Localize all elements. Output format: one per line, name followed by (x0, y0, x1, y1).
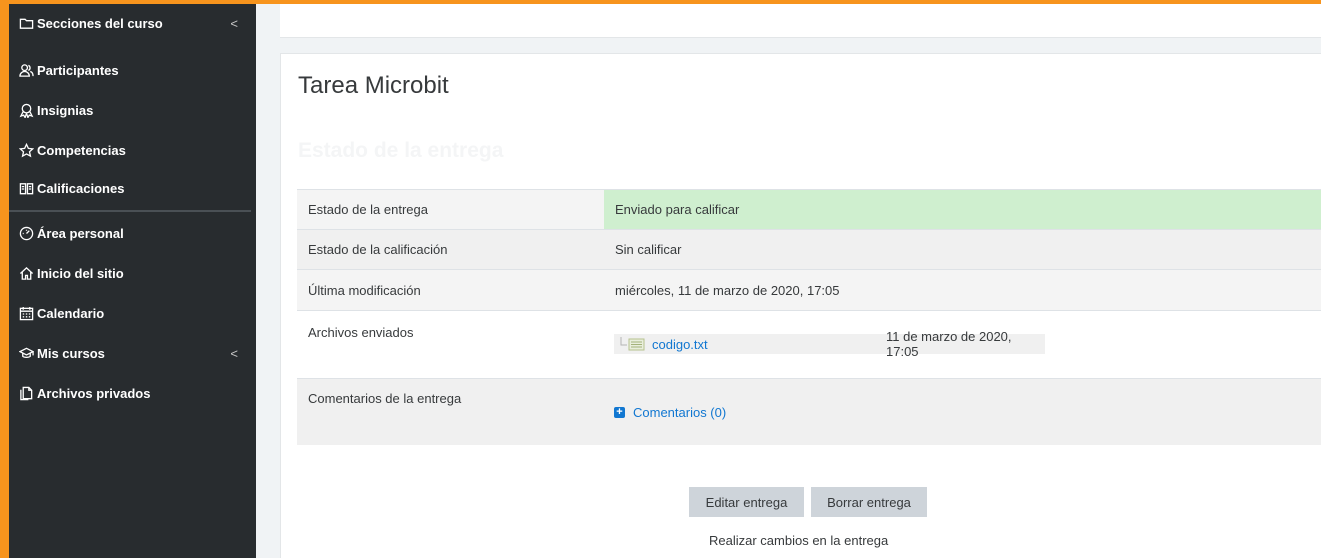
comments-link[interactable]: Comentarios (0) (633, 405, 726, 420)
sidebar-item-label: Participantes (37, 62, 119, 78)
files-icon (18, 385, 35, 402)
sidebar-item-label: Competencias (37, 142, 126, 158)
sidebar-item-label: Inicio del sitio (37, 265, 124, 281)
users-icon (18, 62, 35, 79)
file-entry: codigo.txt 11 de marzo de 2020, 17:05 (614, 329, 1045, 359)
window-frame-left (0, 0, 9, 558)
page-title: Tarea Microbit (298, 72, 449, 99)
graduation-cap-icon (18, 345, 35, 362)
sidebar-item-label: Archivos privados (37, 385, 151, 401)
submitted-file-link[interactable]: codigo.txt (652, 337, 708, 352)
delete-submission-button[interactable]: Borrar entrega (811, 487, 927, 517)
edit-helper-text: Realizar cambios en la entrega (709, 533, 889, 548)
sidebar-item-badges[interactable]: Insignias (9, 91, 256, 129)
home-icon (18, 265, 35, 282)
badges-icon (18, 102, 35, 119)
chevron-left-icon[interactable]: < (230, 346, 238, 361)
gradebook-icon (18, 180, 35, 197)
sidebar-item-label: Secciones del curso (37, 15, 163, 31)
sidebar-item-calendar[interactable]: Calendario (9, 294, 256, 332)
file-upload-date: 11 de marzo de 2020, 17:05 (886, 329, 1012, 359)
sidebar-nav: Secciones del curso < Participantes Insi… (9, 4, 256, 558)
grading-status-value: Sin calificar (615, 242, 682, 257)
comments-toggle[interactable]: + Comentarios (0) (614, 405, 726, 420)
sidebar-item-competencies[interactable]: Competencias (9, 131, 256, 169)
sidebar-item-label: Calificaciones (37, 180, 125, 196)
file-tree-icon (620, 337, 645, 351)
table-row: Archivos enviados codigo.txt 11 de marzo… (297, 310, 1321, 378)
last-modified-value: miércoles, 11 de marzo de 2020, 17:05 (615, 282, 840, 298)
dashboard-icon (18, 225, 35, 242)
page-header-strip (280, 4, 1321, 38)
sidebar-item-grades[interactable]: Calificaciones (9, 169, 256, 207)
star-icon (18, 142, 35, 159)
sidebar-item-label: Insignias (37, 102, 94, 118)
table-row: Estado de la calificación Sin calificar (297, 229, 1321, 269)
submitted-files-label: Archivos enviados (308, 325, 414, 340)
sidebar-item-participants[interactable]: Participantes (9, 51, 256, 89)
sidebar-item-site-home[interactable]: Inicio del sitio (9, 254, 256, 292)
sidebar-item-label: Área personal (37, 225, 124, 241)
sidebar-item-private-files[interactable]: Archivos privados (9, 374, 256, 412)
sidebar-item-label: Mis cursos (37, 345, 105, 361)
sidebar-item-my-courses[interactable]: Mis cursos < (9, 334, 256, 372)
table-row: Estado de la entrega Enviado para califi… (297, 189, 1321, 229)
folder-icon (18, 15, 35, 32)
sidebar-item-label: Calendario (37, 305, 105, 321)
submission-status-value: Enviado para calificar (604, 190, 1321, 229)
sidebar-item-course-sections[interactable]: Secciones del curso < (9, 4, 256, 42)
calendar-icon (18, 305, 35, 322)
submission-status-label: Estado de la entrega (308, 202, 428, 217)
grading-status-label: Estado de la calificación (308, 242, 448, 257)
table-row: Última modificación miércoles, 11 de mar… (297, 269, 1321, 310)
last-modified-label: Última modificación (308, 282, 421, 298)
edit-submission-button[interactable]: Editar entrega (689, 487, 804, 517)
plus-square-icon: + (614, 407, 625, 418)
sidebar-item-dashboard[interactable]: Área personal (9, 214, 256, 252)
chevron-left-icon[interactable]: < (230, 16, 238, 31)
sidebar-divider (9, 210, 251, 212)
section-heading: Estado de la entrega (298, 139, 504, 162)
submission-comments-label: Comentarios de la entrega (308, 391, 462, 406)
table-row: Comentarios de la entrega + Comentarios … (297, 378, 1321, 445)
